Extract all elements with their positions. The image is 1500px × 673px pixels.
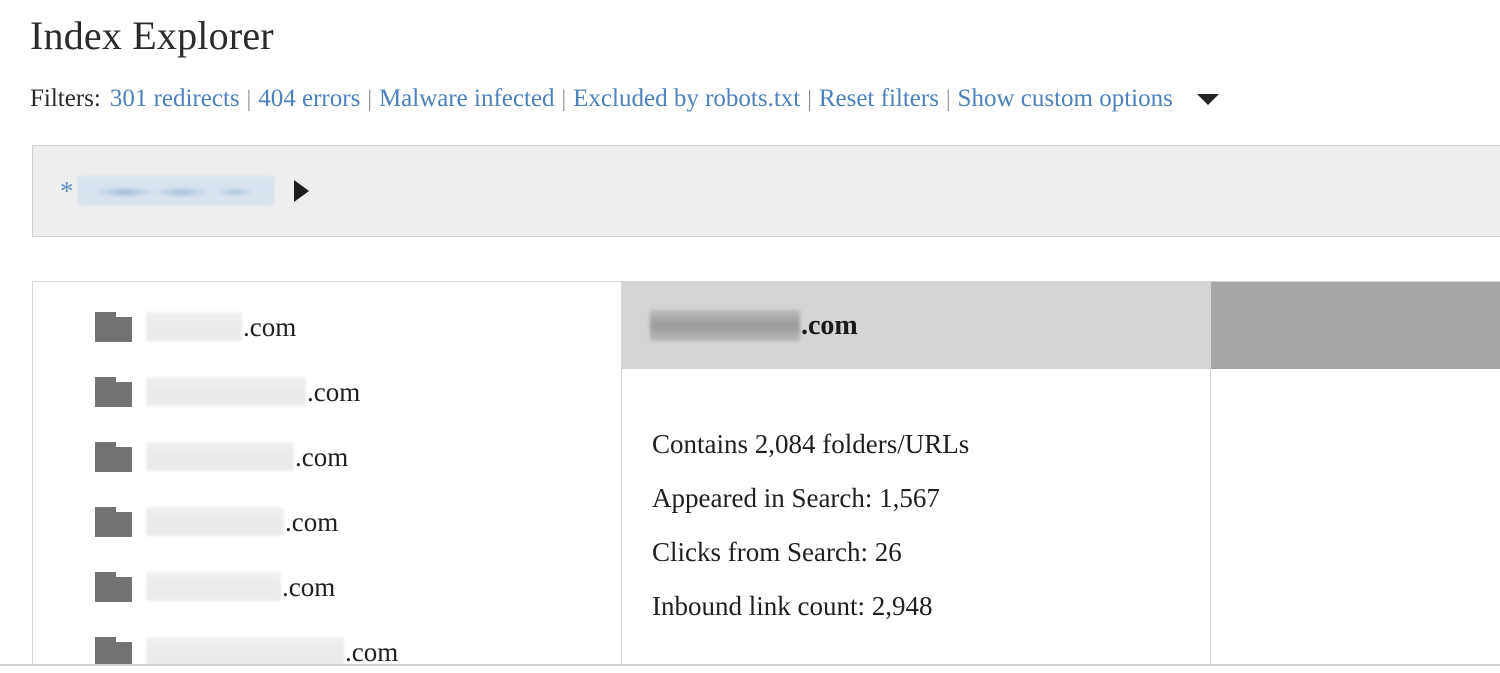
folder-domain-suffix: .com [307,376,361,407]
list-item[interactable]: .com [33,554,621,619]
folder-icon [95,506,132,537]
folder-domain-redacted [146,442,294,471]
filter-link-301-redirects[interactable]: 301 redirects [110,84,240,114]
filter-separator: | [367,86,372,111]
filter-link-excluded-by-robots-txt[interactable]: Excluded by robots.txt [573,84,800,114]
folder-domain-redacted [146,377,306,406]
detail-stats: Contains 2,084 folders/URLs Appeared in … [622,369,1210,633]
folder-icon [95,376,132,407]
stat-folders-urls: Contains 2,084 folders/URLs [652,429,970,459]
list-item[interactable]: .com [33,294,621,359]
bottom-divider [0,664,1500,666]
folder-domain-redacted [146,572,281,601]
chevron-down-icon[interactable] [1196,93,1219,105]
folder-name: .com [146,572,335,602]
third-column-header[interactable] [1211,282,1500,369]
filter-link-404-errors[interactable]: 404 errors [258,84,360,114]
filter-separator: | [246,86,252,111]
breadcrumb-path[interactable]: * [60,174,309,208]
detail-domain-suffix: .com [801,309,858,341]
list-item[interactable]: .com [33,619,621,664]
third-column-body[interactable] [1211,369,1500,664]
filter-separator: | [945,86,951,111]
detail-domain-redacted [650,310,800,341]
folder-domain-suffix: .com [282,571,336,602]
page-title: Index Explorer [30,13,274,58]
filter-separator: | [561,86,567,111]
folder-name: .com [146,377,360,407]
stat-appeared-in-search: Appeared in Search: 1,567 [652,483,940,513]
folder-icon [95,441,132,472]
folder-domain-suffix: .com [295,441,349,472]
breadcrumb-domain-redacted[interactable] [77,176,274,206]
folder-domain-suffix: .com [345,636,399,665]
folder-domain-redacted [146,507,284,536]
third-column [1211,282,1500,664]
filter-link-malware-infected[interactable]: Malware infected [379,84,555,114]
filter-separator: | [807,86,812,111]
stat-inbound-link-count: Inbound link count: 2,948 [652,591,933,621]
folder-name: .com [146,312,296,342]
detail-column: .com Contains 2,084 folders/URLs Appeare… [622,282,1211,664]
folder-name: .com [146,507,338,537]
folder-domain-redacted [146,637,344,664]
folder-name: .com [146,442,348,472]
stat-clicks-from-search: Clicks from Search: 26 [652,537,902,567]
folder-icon [95,636,132,664]
triangle-right-icon[interactable] [293,180,309,202]
filter-link-reset-filters[interactable]: Reset filters [819,84,939,114]
list-item[interactable]: .com [33,424,621,489]
folder-icon [95,311,132,342]
breadcrumb: * [32,145,1500,237]
filters-label: Filters: [30,85,101,112]
filter-link-show-custom-options[interactable]: Show custom options [958,84,1173,114]
index-explorer-panel: .com .com .com .com .com .com .com Conta… [32,281,1500,664]
filters-bar: Filters: 301 redirects | 404 errors | Ma… [30,84,1219,114]
detail-header[interactable]: .com [622,282,1210,369]
folder-list-column: .com .com .com .com .com .com [33,282,622,664]
folder-icon [95,571,132,602]
folder-domain-redacted [146,312,242,341]
folder-domain-suffix: .com [285,506,339,537]
list-item[interactable]: .com [33,489,621,554]
folder-name: .com [146,636,399,665]
asterisk-icon: * [60,175,74,206]
detail-header-title: .com [650,310,858,342]
folder-domain-suffix: .com [243,311,297,342]
list-item[interactable]: .com [33,359,621,424]
